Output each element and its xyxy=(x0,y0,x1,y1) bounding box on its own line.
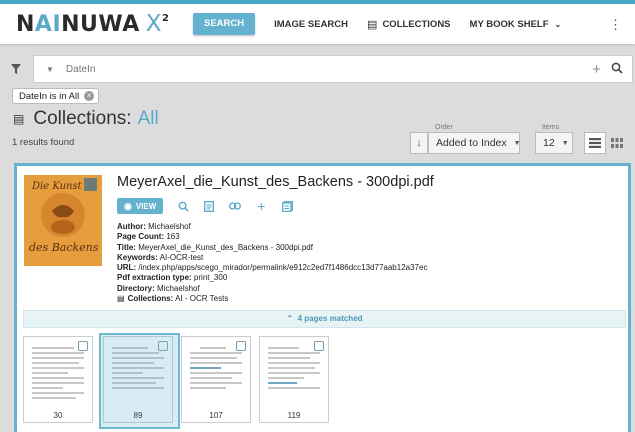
zoom-search-icon[interactable] xyxy=(177,200,189,212)
pages-matched-toggle[interactable]: ⌃ 4 pages matched xyxy=(23,310,626,328)
sort-direction-button[interactable]: ↓ xyxy=(410,132,428,154)
meta-page-count: Page Count: 163 xyxy=(117,232,180,242)
link-icon[interactable] xyxy=(229,200,242,212)
grid-view-icon xyxy=(611,138,623,148)
order-select[interactable]: Order Added to Index ▼ xyxy=(428,124,521,154)
page-number: 107 xyxy=(209,411,223,420)
filter-icon[interactable] xyxy=(11,64,21,74)
add-to-collection-icon[interactable]: + xyxy=(255,198,267,214)
selected-thumbnail-highlight xyxy=(99,333,180,429)
document-metadata: Author: Michaelshof Page Count: 163 Titl… xyxy=(117,222,427,304)
grid-view-button[interactable] xyxy=(606,132,628,154)
results-count: 1 results found xyxy=(12,137,75,148)
dropdown-arrow-icon: ▼ xyxy=(513,139,521,147)
items-per-page-select[interactable]: Items 12 ▼ xyxy=(535,124,573,154)
collections-heading: ▤ Collections: All xyxy=(13,108,159,129)
meta-author: Author: Michaelshof xyxy=(117,222,191,231)
page-number: 119 xyxy=(287,411,301,420)
nainuwa-logo[interactable]: NAINUWA X2 xyxy=(16,11,169,37)
svg-text:Die Kunst: Die Kunst xyxy=(31,181,83,192)
view-button[interactable]: ◉ VIEW xyxy=(117,198,164,214)
search-input[interactable] xyxy=(65,63,536,75)
main-nav: SEARCH IMAGE SEARCH ▤ COLLECTIONS MY BOOK… xyxy=(193,13,561,35)
collections-icon: ▤ xyxy=(13,112,25,126)
dropdown-arrow-icon: ▼ xyxy=(561,139,569,147)
document-details-icon[interactable] xyxy=(203,200,215,212)
collections-icon: ▤ xyxy=(367,18,378,31)
sort-controls: ↓ Order Added to Index ▼ Items 12 ▼ xyxy=(410,124,628,154)
meta-collections: ▤ Collections: AI - OCR Tests xyxy=(117,294,229,304)
book-cover-image[interactable]: Die Kunst des Backens xyxy=(24,175,102,266)
document-actions: ◉ VIEW + xyxy=(117,198,293,214)
active-filter-chip: DateIn is in All × xyxy=(12,88,100,104)
svg-text:des Backens: des Backens xyxy=(29,241,99,254)
collections-tab[interactable]: ▤ COLLECTIONS xyxy=(367,18,451,31)
page-thumbnail[interactable]: 107 xyxy=(181,336,251,423)
more-vert-icon[interactable]: ⋮ xyxy=(609,17,622,33)
my-book-shelf-tab[interactable]: MY BOOK SHELF ⌄ xyxy=(470,19,562,30)
page-thumbnail[interactable]: 30 xyxy=(23,336,93,423)
filter-bar: ▼ + xyxy=(0,55,635,83)
search-box: ▼ + xyxy=(33,55,633,83)
result-card: Die Kunst des Backens MeyerAxel_die_Kuns… xyxy=(14,163,631,432)
image-search-tab[interactable]: IMAGE SEARCH xyxy=(274,19,348,30)
meta-pdf-type: Pdf extraction type: print_300 xyxy=(117,273,228,283)
add-filter-icon[interactable]: + xyxy=(592,61,601,78)
list-view-button[interactable] xyxy=(584,132,606,154)
open-pdf-icon[interactable] xyxy=(281,200,293,212)
meta-directory: Directory: Michaelshof xyxy=(117,283,200,293)
collections-icon: ▤ xyxy=(117,294,125,304)
search-icon[interactable] xyxy=(611,62,623,74)
chevron-down-icon: ⌄ xyxy=(554,19,562,29)
meta-keywords: Keywords: AI-OCR-test xyxy=(117,252,204,262)
eye-icon: ◉ xyxy=(124,200,132,211)
meta-title: Title: MeyerAxel_die_Kunst_des_Backens -… xyxy=(117,242,313,252)
document-title[interactable]: MeyerAxel_die_Kunst_des_Backens - 300dpi… xyxy=(117,174,434,190)
chevron-up-icon: ⌃ xyxy=(286,314,294,323)
list-view-icon xyxy=(589,138,601,148)
matched-pages-strip: 30 89 107 119 xyxy=(23,333,623,432)
caret-down-icon[interactable]: ▼ xyxy=(46,65,54,74)
meta-url: URL: /index.php/apps/scego_mirador/perma… xyxy=(117,263,428,273)
search-tab-button[interactable]: SEARCH xyxy=(193,13,256,35)
top-navigation-bar: NAINUWA X2 SEARCH IMAGE SEARCH ▤ COLLECTIO… xyxy=(0,0,635,44)
page-number: 30 xyxy=(53,411,63,420)
page-thumbnail[interactable]: 119 xyxy=(259,336,329,423)
remove-filter-icon[interactable]: × xyxy=(84,91,95,101)
